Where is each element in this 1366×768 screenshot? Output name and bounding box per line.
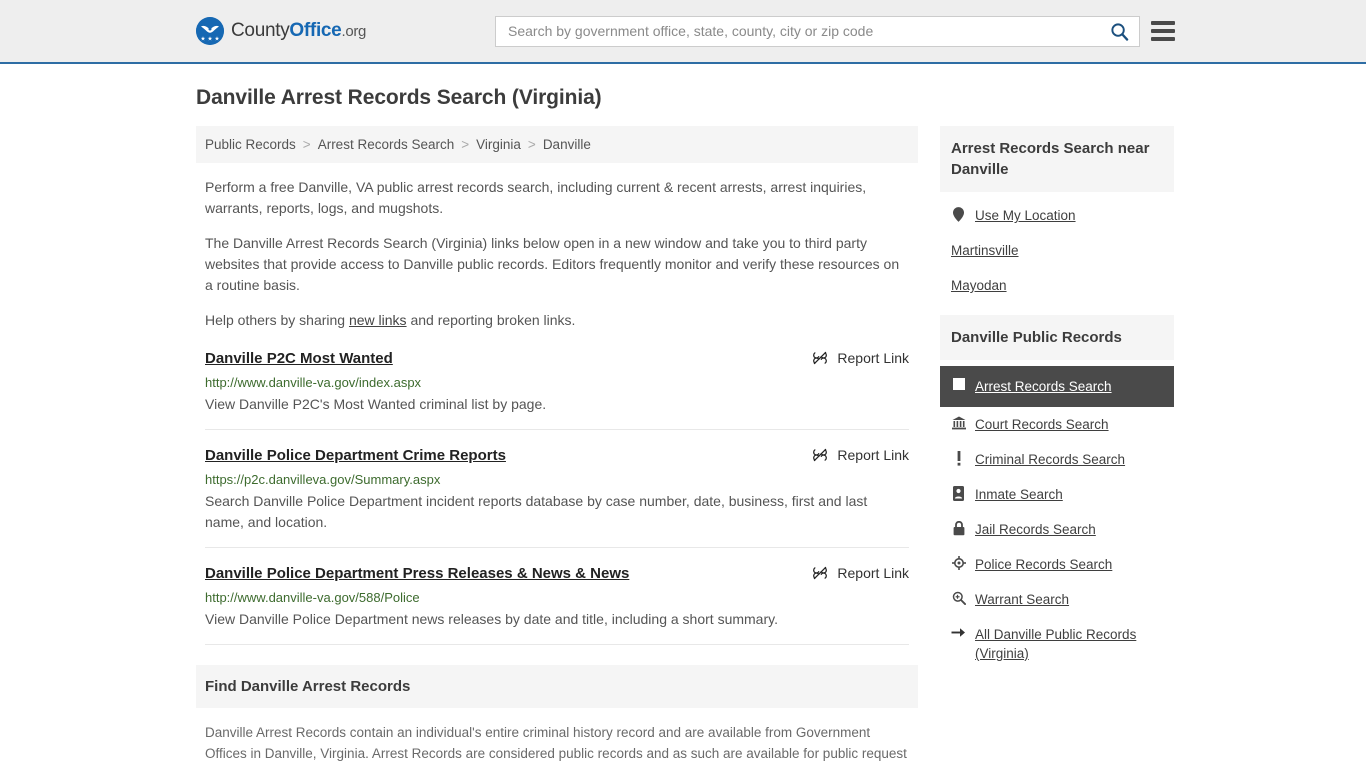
sidebar-item-label: Warrant Search bbox=[975, 592, 1070, 607]
broken-link-icon bbox=[813, 566, 828, 580]
sidebar-item-use-my-location[interactable]: Use My Location bbox=[940, 198, 1174, 233]
sidebar-item-inmate-search[interactable]: Inmate Search bbox=[940, 477, 1174, 512]
sidebar-item-label: Martinsville bbox=[951, 243, 1019, 258]
sidebar: Arrest Records Search near Danville Use … bbox=[940, 126, 1174, 768]
broken-link-icon bbox=[813, 448, 828, 462]
nearby-searches-box: Arrest Records Search near Danville Use … bbox=[940, 126, 1174, 303]
public-records-list: Arrest Records Search Court Records Sear… bbox=[940, 360, 1174, 671]
content-row: Public Records > Arrest Records Search >… bbox=[196, 126, 1174, 768]
page-title: Danville Arrest Records Search (Virginia… bbox=[196, 86, 602, 109]
id-badge-icon bbox=[951, 485, 966, 501]
breadcrumb-separator: > bbox=[461, 137, 470, 152]
breadcrumb-separator: > bbox=[527, 137, 536, 152]
sidebar-item-label: Police Records Search bbox=[975, 557, 1113, 572]
result-description: Search Danville Police Department incide… bbox=[205, 493, 868, 530]
sidebar-item-label: Inmate Search bbox=[975, 487, 1063, 502]
breadcrumb-item-arrest-records-search[interactable]: Arrest Records Search bbox=[318, 137, 455, 152]
sidebar-item-label: Mayodan bbox=[951, 278, 1007, 293]
search-bar[interactable] bbox=[495, 15, 1140, 47]
result-description: View Danville P2C's Most Wanted criminal… bbox=[205, 396, 547, 412]
sidebar-item-criminal-records-search[interactable]: Criminal Records Search bbox=[940, 442, 1174, 477]
report-link-button[interactable]: Report Link bbox=[812, 446, 909, 463]
logo-text-county: County bbox=[231, 20, 290, 41]
hamburger-menu-icon[interactable] bbox=[1151, 21, 1175, 41]
intro-paragraph-2: The Danville Arrest Records Search (Virg… bbox=[205, 235, 900, 293]
sidebar-item-label: Use My Location bbox=[975, 208, 1076, 223]
breadcrumb-separator: > bbox=[302, 137, 311, 152]
search-input[interactable] bbox=[508, 23, 1108, 39]
intro-p3-before: Help others by sharing bbox=[205, 312, 349, 328]
sidebar-item-court-records-search[interactable]: Court Records Search bbox=[940, 407, 1174, 442]
result-header: Danville Police Department Crime Reports… bbox=[205, 446, 909, 466]
report-link-label: Report Link bbox=[837, 565, 909, 581]
search-icon bbox=[1111, 22, 1129, 41]
public-records-box: Danville Public Records Arrest Records S… bbox=[940, 315, 1174, 671]
sidebar-item-label: Arrest Records Search bbox=[975, 379, 1112, 394]
new-links-link[interactable]: new links bbox=[349, 312, 407, 328]
breadcrumb-item-public-records[interactable]: Public Records bbox=[205, 137, 296, 152]
sidebar-item-label: Jail Records Search bbox=[975, 522, 1096, 537]
sidebar-item-arrest-records-search[interactable]: Arrest Records Search bbox=[940, 366, 1174, 407]
sidebar-item-mayodan[interactable]: Mayodan bbox=[940, 268, 1174, 303]
site-logo[interactable]: CountyOffice.org bbox=[196, 17, 366, 45]
sidebar-item-warrant-search[interactable]: Warrant Search bbox=[940, 582, 1174, 617]
report-link-button[interactable]: Report Link bbox=[812, 564, 909, 581]
result-url: http://www.danville-va.gov/588/Police bbox=[205, 590, 420, 605]
result-item: Danville Police Department Crime Reports… bbox=[205, 442, 909, 548]
magnifier-plus-icon bbox=[951, 590, 966, 605]
logo-text-office: Office bbox=[289, 20, 342, 41]
eagle-shield-icon bbox=[196, 17, 224, 45]
sidebar-item-martinsville[interactable]: Martinsville bbox=[940, 233, 1174, 268]
result-title-link[interactable]: Danville P2C Most Wanted bbox=[205, 349, 393, 369]
find-records-text: Danville Arrest Records contain an indiv… bbox=[205, 725, 907, 768]
logo-text-org: .org bbox=[341, 23, 367, 40]
public-records-heading: Danville Public Records bbox=[940, 315, 1174, 360]
logo-text: CountyOffice.org bbox=[231, 20, 366, 42]
broken-link-icon bbox=[813, 351, 828, 365]
result-header: Danville P2C Most Wanted Report Link bbox=[205, 349, 909, 369]
report-link-button[interactable]: Report Link bbox=[812, 349, 909, 366]
breadcrumb-item-virginia[interactable]: Virginia bbox=[476, 137, 521, 152]
sidebar-item-all-danville-public-records[interactable]: All Danville Public Records (Virginia) bbox=[940, 617, 1174, 671]
intro-p3-after: and reporting broken links. bbox=[406, 312, 576, 328]
result-description: View Danville Police Department news rel… bbox=[205, 611, 778, 627]
result-url: https://p2c.danvilleva.gov/Summary.aspx bbox=[205, 472, 441, 487]
intro-paragraph-3: Help others by sharing new links and rep… bbox=[205, 310, 909, 331]
police-badge-icon bbox=[951, 555, 966, 570]
search-button[interactable] bbox=[1108, 22, 1131, 41]
breadcrumb-item-danville[interactable]: Danville bbox=[543, 137, 591, 152]
nearby-searches-heading: Arrest Records Search near Danville bbox=[940, 126, 1174, 192]
map-pin-icon bbox=[951, 206, 966, 222]
sidebar-item-label: Criminal Records Search bbox=[975, 452, 1126, 467]
exclamation-icon bbox=[951, 450, 966, 466]
courthouse-icon bbox=[951, 415, 966, 430]
intro-paragraph-1: Perform a free Danville, VA public arres… bbox=[205, 179, 867, 216]
sidebar-item-label: Court Records Search bbox=[975, 417, 1109, 432]
result-item: Danville Police Department Press Release… bbox=[205, 560, 909, 645]
breadcrumb: Public Records > Arrest Records Search >… bbox=[196, 126, 918, 163]
result-item: Danville P2C Most Wanted Report Link htt… bbox=[205, 345, 909, 430]
find-records-body: Danville Arrest Records contain an indiv… bbox=[196, 708, 918, 768]
find-records-heading: Find Danville Arrest Records bbox=[196, 665, 918, 708]
result-title-link[interactable]: Danville Police Department Press Release… bbox=[205, 564, 629, 584]
site-header: CountyOffice.org bbox=[0, 0, 1366, 64]
results-list: Danville P2C Most Wanted Report Link htt… bbox=[196, 345, 918, 645]
result-url: http://www.danville-va.gov/index.aspx bbox=[205, 375, 422, 390]
lock-icon bbox=[951, 520, 966, 536]
sidebar-item-label: All Danville Public Records (Virginia) bbox=[975, 627, 1137, 661]
report-link-label: Report Link bbox=[837, 447, 909, 463]
square-icon bbox=[951, 377, 966, 390]
result-header: Danville Police Department Press Release… bbox=[205, 564, 909, 584]
arrow-right-icon bbox=[951, 625, 966, 639]
sidebar-item-police-records-search[interactable]: Police Records Search bbox=[940, 547, 1174, 582]
report-link-label: Report Link bbox=[837, 350, 909, 366]
main-column: Public Records > Arrest Records Search >… bbox=[196, 126, 918, 768]
page-container: Danville Arrest Records Search (Virginia… bbox=[0, 64, 1366, 768]
result-title-link[interactable]: Danville Police Department Crime Reports bbox=[205, 446, 506, 466]
intro-section: Perform a free Danville, VA public arres… bbox=[196, 163, 918, 331]
sidebar-item-jail-records-search[interactable]: Jail Records Search bbox=[940, 512, 1174, 547]
nearby-searches-list: Use My Location Martinsville Mayodan bbox=[940, 192, 1174, 303]
